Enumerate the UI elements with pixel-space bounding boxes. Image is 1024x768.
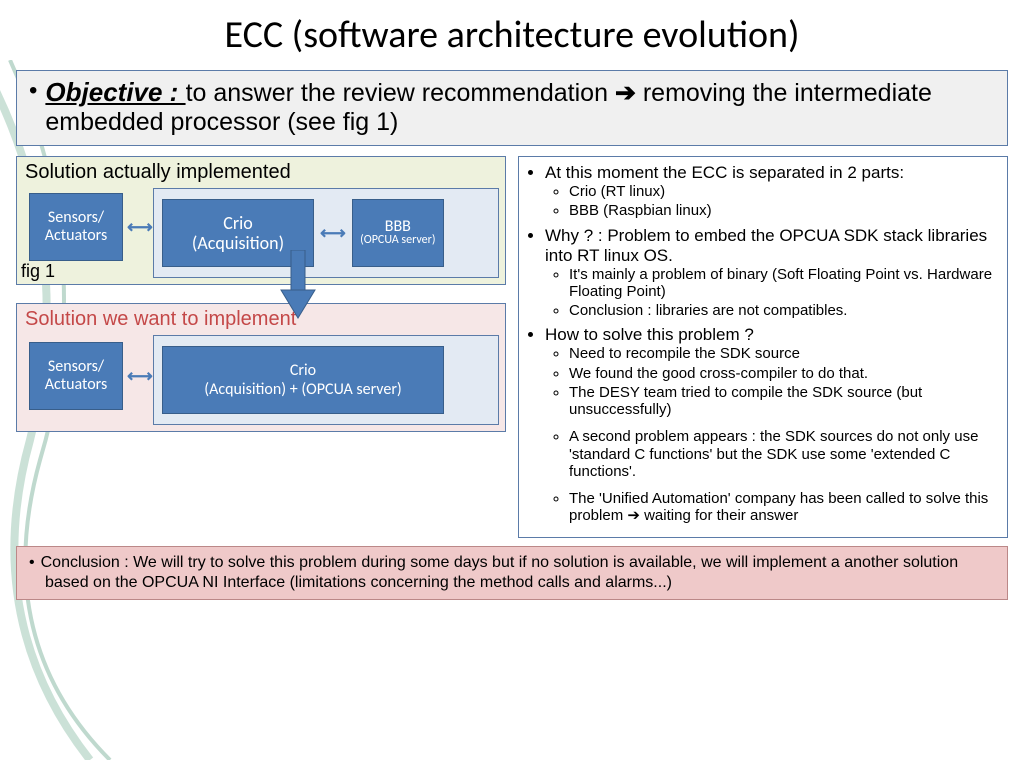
bullet-dot: •: [29, 554, 35, 571]
sub-bullet: Need to recompile the SDK source: [569, 345, 999, 362]
crio2-label-1: Crio: [163, 361, 443, 380]
objective-label: Objective :: [45, 77, 185, 107]
crio-merged-block: Crio (Acquisition) + (OPCUA server): [162, 346, 444, 414]
sub-bullet: BBB (Raspbian linux): [569, 202, 999, 219]
explanation-panel: At this moment the ECC is separated in 2…: [518, 156, 1008, 538]
sub-bullet: Crio (RT linux): [569, 183, 999, 200]
b1-text: At this moment the ECC is separated in 2…: [545, 163, 904, 182]
sub-bullet: A second problem appears : the SDK sourc…: [569, 428, 999, 480]
double-arrow-icon: ⟷: [320, 223, 346, 244]
sub-bullet: The DESY team tried to compile the SDK s…: [569, 384, 999, 419]
figure-label: fig 1: [21, 261, 55, 282]
target-diagram: Crio (Acquisition) + (OPCUA server): [153, 335, 499, 425]
b3-text: How to solve this problem ?: [545, 325, 754, 344]
crio-label-1: Crio: [163, 213, 313, 233]
target-solution-title: Solution we want to implement: [25, 308, 499, 331]
arrow-right-icon: ➔: [615, 79, 636, 107]
conclusion-text: Conclusion : We will try to solve this p…: [41, 554, 958, 591]
current-solution-title: Solution actually implemented: [25, 161, 499, 184]
bullet-3: How to solve this problem ? Need to reco…: [545, 325, 999, 524]
bullet-1: At this moment the ECC is separated in 2…: [545, 163, 999, 220]
bbb-label-2: (OPCUA server): [353, 234, 443, 247]
objective-box: • Objective : to answer the review recom…: [16, 70, 1008, 146]
current-solution-panel: Solution actually implemented Crio (Acqu…: [16, 156, 506, 285]
sub-bullet: It's mainly a problem of binary (Soft Fl…: [569, 266, 999, 301]
sensors-label-2: Sensors/ Actuators: [30, 358, 122, 394]
objective-text-1: to answer the review recommendation: [186, 79, 615, 107]
current-diagram: Crio (Acquisition) ⟷ BBB (OPCUA server): [153, 188, 499, 278]
crio2-label-2: (Acquisition) + (OPCUA server): [163, 380, 443, 399]
diagrams-column: Solution actually implemented Crio (Acqu…: [16, 156, 506, 538]
double-arrow-icon: ⟷: [127, 366, 153, 387]
b2-text: Why ? : Problem to embed the OPCUA SDK s…: [545, 226, 987, 265]
bbb-block: BBB (OPCUA server): [352, 199, 444, 267]
sensors-block-2: Sensors/ Actuators: [29, 342, 123, 410]
sub-bullet: We found the good cross-compiler to do t…: [569, 365, 999, 382]
bbb-label-1: BBB: [353, 219, 443, 234]
bullet-2: Why ? : Problem to embed the OPCUA SDK s…: [545, 226, 999, 320]
conclusion-box: • Conclusion : We will try to solve this …: [16, 546, 1008, 600]
sub-bullet: Conclusion : libraries are not compatibl…: [569, 302, 999, 319]
bullet-dot: •: [29, 77, 37, 105]
sensors-label: Sensors/ Actuators: [30, 209, 122, 245]
double-arrow-icon: ⟷: [127, 217, 153, 238]
slide-title: ECC (software architecture evolution): [0, 0, 1024, 64]
target-solution-panel: Solution we want to implement Crio (Acqu…: [16, 303, 506, 432]
sensors-block-1: Sensors/ Actuators: [29, 193, 123, 261]
arrow-down-icon: [278, 250, 318, 320]
sub-bullet: The 'Unified Automation' company has bee…: [569, 490, 999, 525]
